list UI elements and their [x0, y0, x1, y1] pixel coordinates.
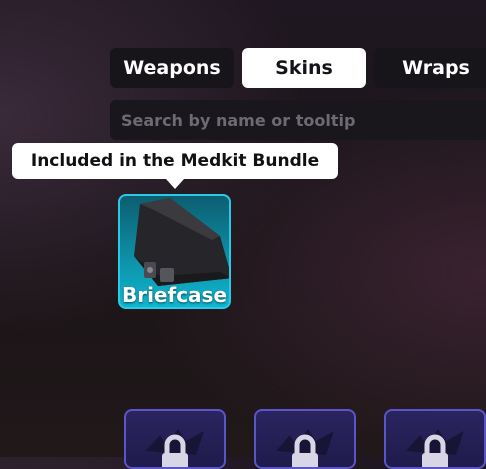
locked-item[interactable] — [254, 409, 356, 469]
search-input[interactable] — [119, 109, 486, 131]
tab-skins[interactable]: Skins — [242, 48, 366, 88]
locked-item[interactable] — [384, 409, 486, 469]
tooltip-arrow — [166, 179, 184, 189]
locked-item[interactable] — [124, 409, 226, 469]
lock-icon — [276, 429, 334, 467]
lock-icon — [406, 429, 464, 467]
tab-weapons[interactable]: Weapons — [110, 48, 234, 88]
tab-wraps[interactable]: Wraps — [374, 48, 486, 88]
lock-icon — [146, 429, 204, 467]
search-bar — [110, 100, 486, 140]
item-tooltip: Included in the Medkit Bundle — [12, 143, 338, 179]
tooltip-text: Included in the Medkit Bundle — [30, 151, 320, 171]
item-name: Briefcase — [121, 283, 228, 307]
item-card-briefcase[interactable]: Briefcase — [118, 194, 231, 309]
